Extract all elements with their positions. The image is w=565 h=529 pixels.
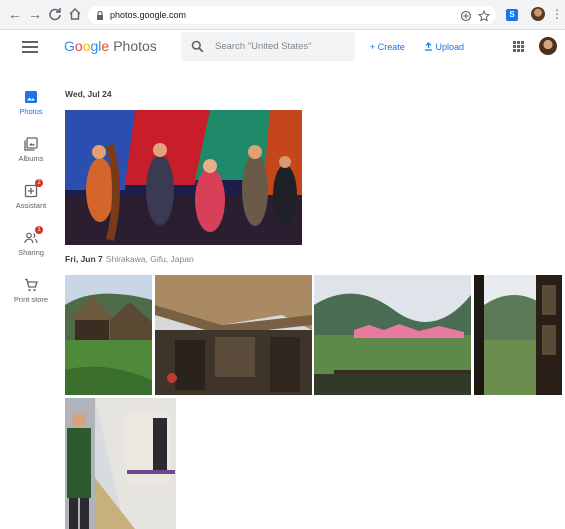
photo-thumbnail[interactable]	[155, 275, 312, 395]
forward-arrow-icon[interactable]: →	[28, 7, 42, 21]
extension-icon[interactable]: S	[506, 9, 518, 21]
url-text: photos.google.com	[110, 10, 187, 20]
search-input[interactable]: Search "United States"	[181, 32, 355, 61]
back-arrow-icon[interactable]: ←	[8, 7, 22, 21]
albums-icon	[24, 137, 38, 151]
photo-icon	[24, 90, 38, 104]
sidebar-item-label: Assistant	[15, 201, 47, 210]
account-avatar[interactable]	[539, 37, 557, 55]
bookmark-star-icon[interactable]	[477, 9, 491, 22]
sidebar-item-label: Print store	[13, 295, 49, 304]
more-menu-icon[interactable]: ⋮	[551, 7, 563, 21]
sidebar-item-photos[interactable]: Photos	[0, 90, 62, 117]
browser-toolbar: ← → photos.google.com S ⋮	[0, 0, 565, 30]
search-icon[interactable]	[191, 40, 204, 53]
create-button[interactable]: + Create	[370, 41, 405, 53]
sidebar-item-label: Photos	[19, 107, 43, 116]
sidebar-item-label: Albums	[18, 154, 44, 163]
cart-icon	[24, 278, 38, 292]
sidebar-item-albums[interactable]: Albums	[0, 137, 62, 164]
section-location: Shirakawa, Gifu, Japan	[105, 254, 194, 264]
sidebar-item-label: Sharing	[18, 248, 44, 257]
section-date-location: Fri, Jun 7 Shirakawa, Gifu, Japan	[65, 254, 194, 265]
profile-avatar[interactable]	[531, 7, 545, 21]
photo-thumbnail[interactable]	[474, 275, 562, 395]
assistant-icon: 2	[24, 179, 43, 198]
notification-badge: 1	[35, 226, 43, 234]
upload-label: Upload	[435, 42, 465, 52]
photo-thumbnail[interactable]	[314, 275, 471, 395]
logo-product-name: Photos	[113, 38, 157, 54]
photo-thumbnail[interactable]	[65, 398, 176, 529]
photo-thumbnail[interactable]	[65, 110, 302, 245]
lock-icon[interactable]	[94, 9, 106, 21]
upload-button[interactable]: Upload	[424, 41, 464, 53]
section-date: Fri, Jun 7	[65, 254, 103, 264]
upload-icon	[425, 42, 432, 51]
google-apps-icon[interactable]	[513, 41, 524, 52]
sidebar-item-sharing[interactable]: 1 Sharing	[0, 226, 62, 258]
notification-badge: 2	[35, 179, 43, 187]
photo-thumbnail[interactable]	[65, 275, 152, 395]
google-photos-logo[interactable]: Google Photos	[64, 37, 157, 55]
sidebar-item-assistant[interactable]: 2 Assistant	[0, 179, 62, 211]
home-icon[interactable]	[68, 7, 82, 21]
reload-icon[interactable]	[48, 7, 62, 21]
address-bar[interactable]: photos.google.com	[88, 6, 496, 24]
section-date: Wed, Jul 24	[65, 89, 112, 99]
add-shortcut-icon[interactable]	[460, 9, 472, 22]
search-placeholder: Search "United States"	[215, 41, 312, 52]
main-menu-icon[interactable]	[22, 39, 38, 53]
sidebar-item-print-store[interactable]: Print store	[0, 278, 62, 305]
sharing-icon: 1	[24, 226, 43, 245]
